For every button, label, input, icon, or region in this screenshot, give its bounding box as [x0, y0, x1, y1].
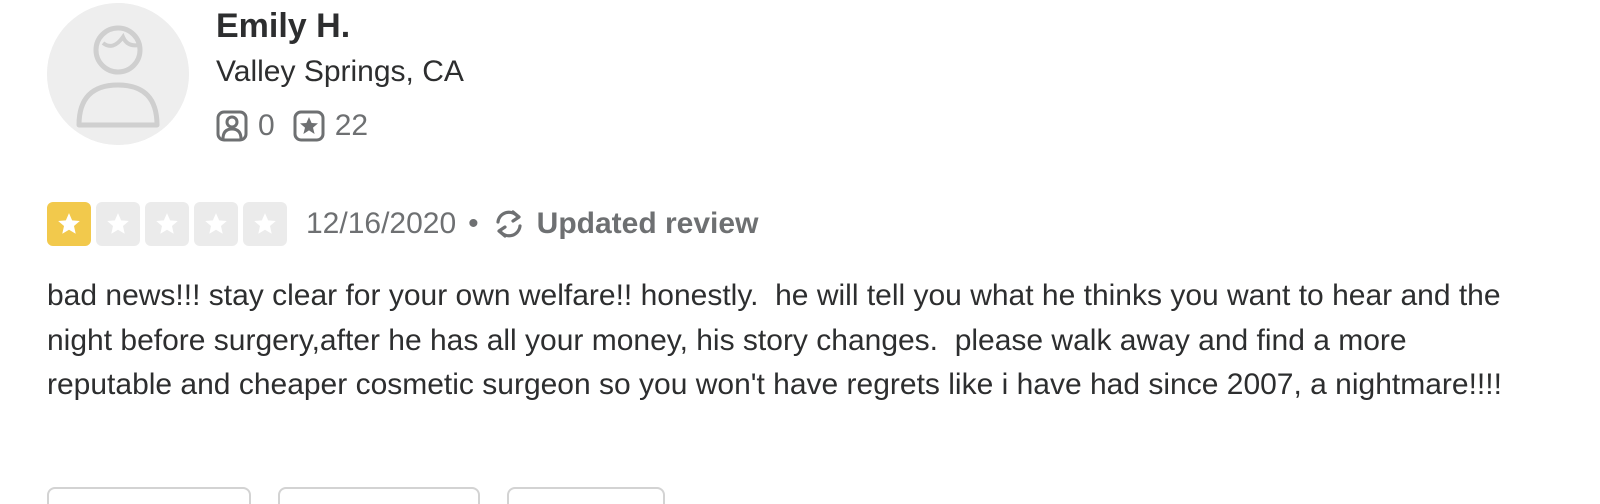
user-location: Valley Springs, CA	[216, 55, 464, 88]
default-avatar-icon	[47, 3, 189, 145]
star-icon	[58, 213, 80, 234]
star-empty	[243, 202, 287, 246]
star-icon	[205, 213, 227, 234]
star-rating	[47, 202, 292, 246]
review-card: Emily H. Valley Springs, CA 0 22 12/16/2…	[0, 0, 1600, 504]
star-icon	[107, 213, 129, 234]
user-name[interactable]: Emily H.	[216, 6, 350, 46]
friends-count: 0	[258, 109, 275, 142]
friends-icon	[216, 110, 248, 142]
thanks-button[interactable]	[278, 487, 480, 504]
star-filled	[47, 202, 91, 246]
star-icon	[156, 213, 178, 234]
review-text: bad news!!! stay clear for your own welf…	[47, 279, 1509, 401]
reviews-icon	[293, 110, 325, 142]
star-empty	[194, 202, 238, 246]
rating-row: 12/16/2020 • Updated review	[47, 201, 758, 247]
reviews-count: 22	[334, 109, 369, 142]
helpful-button[interactable]	[47, 487, 251, 504]
refresh-icon	[496, 210, 522, 238]
love-button[interactable]	[507, 487, 665, 504]
user-avatar[interactable]	[47, 3, 189, 145]
star-empty	[96, 202, 140, 246]
star-icon	[254, 213, 276, 234]
reviews-stat: 22	[293, 109, 368, 143]
star-empty	[145, 202, 189, 246]
review-date: 12/16/2020	[306, 207, 457, 240]
updated-review-label[interactable]: Updated review	[537, 207, 759, 241]
friends-stat: 0	[216, 109, 275, 143]
user-stats: 0 22	[216, 106, 368, 146]
separator-dot: •	[468, 207, 479, 240]
